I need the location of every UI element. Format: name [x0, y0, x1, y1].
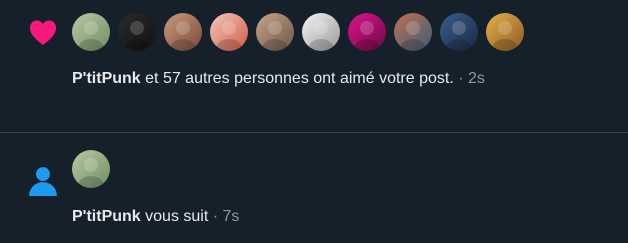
- person-head: [36, 167, 50, 181]
- avatar[interactable]: [348, 13, 386, 51]
- avatar[interactable]: [210, 13, 248, 51]
- avatar[interactable]: [72, 150, 110, 188]
- like-message: et 57 autres personnes ont aimé votre po…: [140, 70, 454, 87]
- like-notification[interactable]: P'titPunk et 57 autres personnes ont aim…: [0, 0, 628, 133]
- time-separator: ·: [208, 208, 223, 225]
- follower-avatars: [72, 150, 110, 188]
- avatar[interactable]: [302, 13, 340, 51]
- timestamp[interactable]: 7s: [223, 208, 240, 225]
- like-headline: P'titPunk et 57 autres personnes ont aim…: [72, 69, 485, 89]
- follow-headline: P'titPunk vous suit · 7s: [72, 207, 239, 227]
- avatar[interactable]: [256, 13, 294, 51]
- avatar[interactable]: [118, 13, 156, 51]
- person-body: [29, 182, 57, 196]
- heart-icon: [29, 20, 57, 45]
- avatar[interactable]: [72, 13, 110, 51]
- avatar[interactable]: [394, 13, 432, 51]
- actor-name[interactable]: P'titPunk: [72, 208, 141, 225]
- person-icon: [29, 167, 57, 196]
- follow-notification[interactable]: P'titPunk vous suit · 7s: [0, 133, 628, 243]
- time-separator: ·: [453, 70, 468, 87]
- actor-name[interactable]: P'titPunk: [72, 70, 141, 87]
- timestamp[interactable]: 2s: [468, 70, 485, 87]
- liker-avatars: [72, 13, 524, 51]
- avatar[interactable]: [440, 13, 478, 51]
- avatar[interactable]: [164, 13, 202, 51]
- heart-shape: [29, 20, 57, 45]
- follow-message: vous suit: [140, 208, 209, 225]
- avatar[interactable]: [486, 13, 524, 51]
